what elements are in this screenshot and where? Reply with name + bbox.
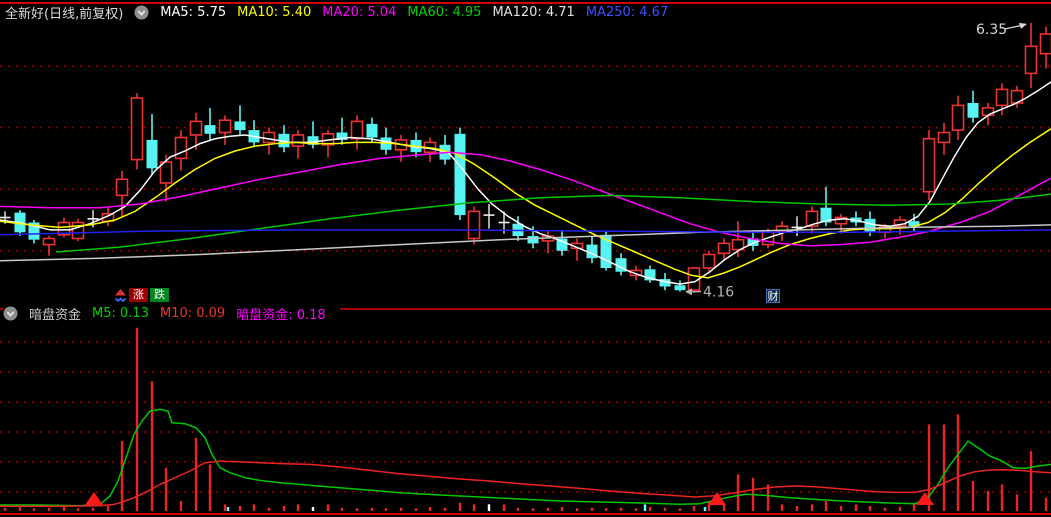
fall-button[interactable]: 跌: [150, 288, 169, 302]
trading-terminal: 全新好(日线,前复权) MA5: 5.75 MA10: 5.40 MA20: 5…: [0, 0, 1051, 517]
main-chart-header: 全新好(日线,前复权) MA5: 5.75 MA10: 5.40 MA20: 5…: [5, 3, 668, 22]
indicator-current-value: 暗盘资金: 0.18: [236, 308, 326, 323]
ma10-label: MA10: 5.40: [237, 5, 312, 20]
indicator-m5-value: M5: 0.13: [92, 306, 149, 321]
indicator-header: 暗盘资金 M5: 0.13 M10: 0.09 暗盘资金: 0.18: [3, 302, 340, 325]
ma120-label: MA120: 4.71: [492, 5, 575, 20]
indicator-m10-value: M10: 0.09: [159, 306, 226, 321]
ma20-label: MA20: 5.04: [322, 5, 397, 20]
indicator-name: 暗盘资金: [29, 308, 82, 323]
svg-text:4.16: 4.16: [703, 285, 734, 301]
finance-news-badge[interactable]: 财: [766, 289, 780, 303]
chevron-down-circle-icon[interactable]: [3, 306, 18, 321]
svg-text:6.35: 6.35: [976, 22, 1007, 38]
candlestick-chart[interactable]: 6.35 4.16: [0, 0, 1051, 307]
ma250-label: MA250: 4.67: [585, 5, 669, 20]
rise-button[interactable]: 涨: [129, 288, 148, 302]
fund-indicator-chart[interactable]: [0, 320, 1051, 517]
ma60-label: MA60: 4.95: [407, 5, 482, 20]
chevron-down-circle-icon[interactable]: [134, 5, 149, 20]
ma5-label: MA5: 5.75: [160, 5, 227, 20]
stock-title: 全新好(日线,前复权): [5, 7, 124, 22]
